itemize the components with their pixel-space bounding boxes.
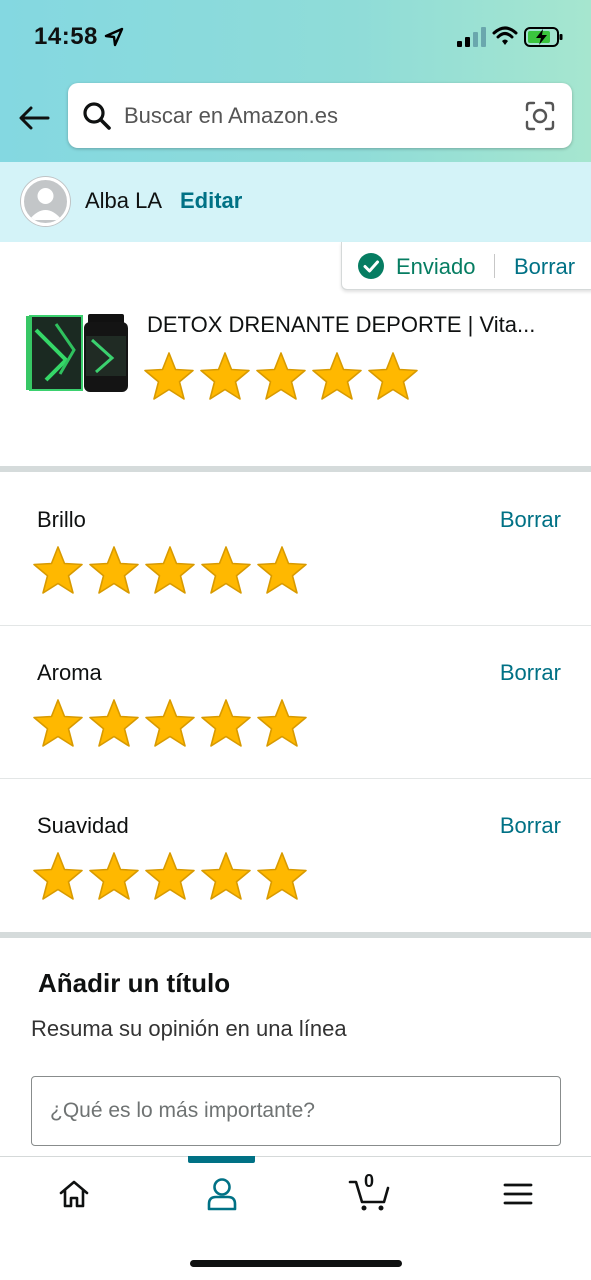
- signal-icon: [457, 27, 486, 47]
- delete-suavidad-button[interactable]: Borrar: [500, 813, 561, 839]
- attribute-label-suavidad: Suavidad: [37, 813, 129, 838]
- star-icon[interactable]: [30, 698, 86, 750]
- review-title-input[interactable]: [31, 1076, 561, 1146]
- status-time: 14:58: [34, 23, 98, 50]
- profile-bar: Alba LA Editar: [0, 162, 591, 242]
- star-icon[interactable]: [30, 545, 86, 597]
- wifi-icon: [492, 26, 518, 45]
- delete-brillo-button[interactable]: Borrar: [500, 507, 561, 533]
- star-icon[interactable]: [142, 698, 198, 750]
- location-arrow-icon: [104, 27, 124, 47]
- divider: [494, 254, 495, 278]
- search-bar[interactable]: [68, 83, 572, 148]
- product-image: [26, 314, 128, 392]
- star-icon[interactable]: [198, 698, 254, 750]
- active-tab-indicator: [188, 1156, 255, 1163]
- section-divider: [0, 466, 591, 472]
- product-star-rating[interactable]: [141, 351, 421, 403]
- suavidad-star-rating[interactable]: [30, 851, 310, 903]
- delete-review-button[interactable]: Borrar: [514, 254, 575, 280]
- search-input[interactable]: [124, 97, 504, 135]
- star-icon[interactable]: [254, 698, 310, 750]
- nav-cart[interactable]: 0: [296, 1157, 444, 1231]
- star-icon[interactable]: [198, 545, 254, 597]
- cart-count: 0: [364, 1171, 375, 1191]
- star-icon[interactable]: [142, 545, 198, 597]
- search-icon: [83, 102, 111, 130]
- home-icon: [59, 1180, 89, 1208]
- star-icon[interactable]: [309, 351, 365, 403]
- delete-aroma-button[interactable]: Borrar: [500, 660, 561, 686]
- home-indicator[interactable]: [190, 1260, 402, 1267]
- header: 14:58: [0, 0, 591, 162]
- row-divider: [0, 625, 591, 626]
- section-divider: [0, 932, 591, 938]
- camera-scan-icon[interactable]: [524, 100, 556, 132]
- profile-name: Alba LA: [85, 188, 163, 213]
- review-status-box: Enviado Borrar: [341, 242, 591, 290]
- star-icon[interactable]: [86, 698, 142, 750]
- star-icon[interactable]: [86, 851, 142, 903]
- title-heading: Añadir un título: [38, 968, 231, 998]
- title-subheading: Resuma su opinión en una línea: [31, 1016, 347, 1041]
- star-icon[interactable]: [253, 351, 309, 403]
- attribute-label-brillo: Brillo: [37, 507, 86, 532]
- star-icon[interactable]: [30, 851, 86, 903]
- row-divider: [0, 778, 591, 779]
- star-icon[interactable]: [254, 851, 310, 903]
- nav-menu[interactable]: [444, 1157, 591, 1231]
- menu-icon: [503, 1183, 533, 1205]
- star-icon[interactable]: [365, 351, 421, 403]
- avatar: [21, 177, 70, 226]
- product-title: DETOX DRENANTE DEPORTE | Vita...: [147, 312, 536, 337]
- star-icon[interactable]: [142, 851, 198, 903]
- user-silhouette-icon: [29, 188, 62, 220]
- check-circle-icon: [358, 253, 384, 279]
- nav-home[interactable]: [0, 1157, 148, 1231]
- star-icon[interactable]: [254, 545, 310, 597]
- star-icon[interactable]: [197, 351, 253, 403]
- star-icon[interactable]: [86, 545, 142, 597]
- battery-icon: [524, 27, 563, 47]
- aroma-star-rating[interactable]: [30, 698, 310, 750]
- nav-account[interactable]: [148, 1157, 296, 1231]
- brillo-star-rating[interactable]: [30, 545, 310, 597]
- star-icon[interactable]: [198, 851, 254, 903]
- account-icon: [207, 1178, 237, 1211]
- star-icon[interactable]: [141, 351, 197, 403]
- arrow-left-icon: [19, 106, 50, 130]
- attribute-label-aroma: Aroma: [37, 660, 102, 685]
- back-button[interactable]: [16, 100, 52, 136]
- edit-profile-link[interactable]: Editar: [180, 188, 242, 214]
- sent-status: Enviado: [396, 254, 476, 279]
